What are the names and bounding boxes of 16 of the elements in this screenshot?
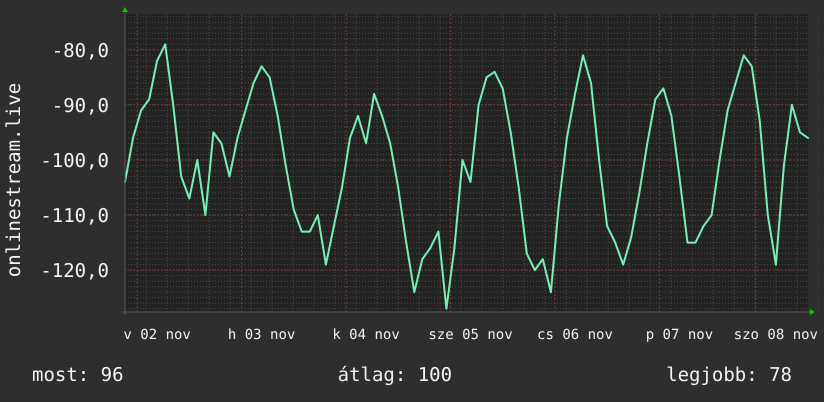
axis-label: -100,0: [40, 150, 109, 172]
axis-label: -110,0: [40, 205, 109, 228]
axis-label: cs 06 nov: [537, 327, 613, 343]
legend-text: legjobb: 78: [666, 364, 792, 386]
axis-title: onlinestream.live: [3, 82, 25, 278]
legend-text: átlag: 100: [338, 364, 452, 386]
axis-label: v 02 nov: [123, 327, 191, 343]
axis-label: -80,0: [52, 40, 109, 62]
axis-label: szo 08 nov: [734, 327, 818, 343]
axis-label: p 07 nov: [646, 327, 714, 343]
axis-label: h 03 nov: [228, 327, 296, 343]
axis-label: k 04 nov: [332, 327, 400, 343]
axis-label: -120,0: [40, 260, 109, 282]
axis-label: sze 05 nov: [428, 327, 513, 343]
legend-text: most: 96: [32, 364, 124, 386]
axis-label: -90,0: [52, 94, 109, 117]
